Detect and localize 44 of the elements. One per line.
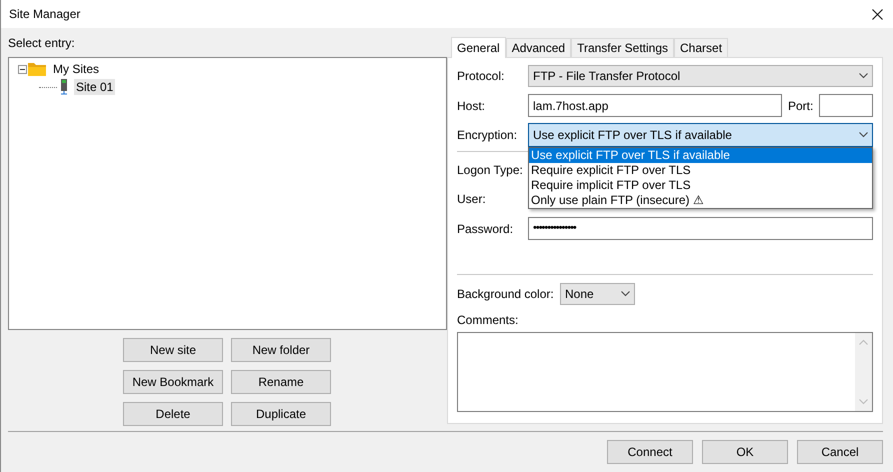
section-label: Select entry: [8, 36, 76, 52]
comments-field[interactable] [457, 332, 873, 412]
dialog-button[interactable]: New Bookmark [123, 370, 223, 394]
dialog-button[interactable]: Cancel [797, 440, 883, 464]
tab[interactable]: Transfer Settings [571, 38, 674, 57]
tab[interactable]: Charset [674, 38, 728, 57]
dialog-button[interactable]: New site [123, 338, 223, 362]
port-field[interactable] [819, 94, 873, 117]
chevron-down-icon [859, 73, 868, 79]
tab[interactable]: General [451, 37, 506, 58]
color-select[interactable]: None [560, 283, 635, 305]
chevron-down-icon [621, 291, 630, 297]
field-label: Comments: [457, 312, 520, 327]
dialog-button[interactable]: New folder [231, 338, 331, 362]
dialog-button[interactable]: Rename [231, 370, 331, 394]
dialog-button[interactable]: Delete [123, 402, 223, 426]
window-title: Site Manager [9, 6, 80, 23]
field-label: Logon Type: [457, 162, 524, 179]
host-field[interactable]: lam.7host.app [528, 94, 782, 117]
password-field[interactable]: ••••••••••••••• [528, 217, 873, 240]
field-label: Encryption: [457, 127, 518, 144]
field-label: Protocol: [457, 68, 506, 85]
dropdown-option[interactable]: Require explicit FTP over TLS [529, 163, 872, 178]
dropdown-option[interactable]: Only use plain FTP (insecure) ⚠ [529, 193, 872, 208]
dialog-button[interactable]: OK [702, 440, 788, 464]
collapse-toggle-icon[interactable] [18, 64, 27, 74]
dropdown-option[interactable]: Use explicit FTP over TLS if available [529, 148, 872, 163]
tree-item[interactable]: My Sites [51, 61, 102, 77]
field-label: User: [457, 191, 487, 208]
server-icon [60, 79, 68, 95]
tab[interactable]: Advanced [506, 38, 572, 57]
tree-item[interactable]: Site 01 [74, 79, 116, 95]
dialog-button[interactable]: Duplicate [231, 402, 331, 426]
folder-icon [28, 62, 46, 76]
field-label: Password: [457, 220, 514, 238]
field-label: Port: [788, 98, 814, 114]
dropdown-option[interactable]: Require implicit FTP over TLS [529, 178, 872, 193]
dialog-button[interactable]: Connect [607, 440, 693, 464]
encryption-select[interactable]: Use explicit FTP over TLS if available [528, 123, 873, 147]
field-label: Background color: [457, 286, 555, 303]
field-label: Host: [457, 98, 486, 114]
close-icon[interactable] [872, 8, 883, 20]
chevron-down-icon [859, 132, 868, 138]
protocol-select[interactable]: FTP - File Transfer Protocol [528, 65, 873, 87]
